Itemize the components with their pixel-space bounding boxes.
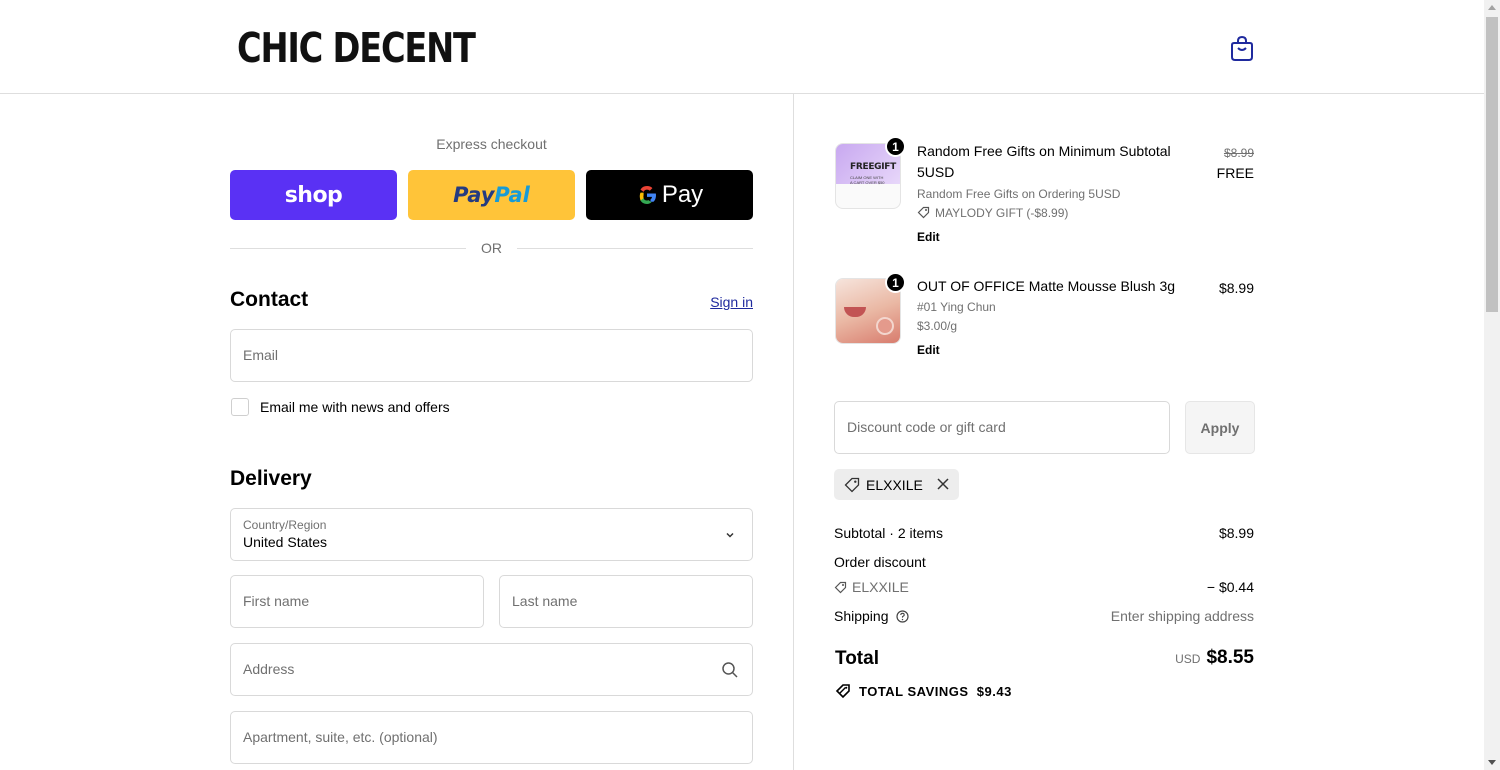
scroll-up-button[interactable] — [1484, 0, 1500, 16]
order-discount-value: − $0.44 — [1206, 579, 1254, 595]
country-value: United States — [243, 534, 328, 550]
discount-placeholder: Discount code or gift card — [847, 419, 1006, 435]
total-value: USD $8.55 — [1175, 647, 1254, 669]
help-icon[interactable] — [896, 610, 909, 623]
item-variant: #01 Ying Chun — [917, 300, 996, 314]
order-discount-code-text: ELXXILE — [852, 579, 909, 595]
quantity-badge: 1 — [885, 272, 906, 293]
chevron-down-icon — [726, 532, 734, 538]
google-pay-label: Pay — [661, 181, 704, 208]
last-name-field[interactable]: Last name — [499, 575, 753, 628]
total-savings: TOTAL SAVINGS $9.43 — [835, 683, 1012, 699]
newsletter-checkbox[interactable] — [231, 398, 249, 416]
newsletter-label[interactable]: Email me with news and offers — [260, 399, 450, 415]
order-discount-label: Order discount — [834, 554, 926, 570]
or-line-right — [517, 248, 753, 249]
scroll-up-arrow-icon — [1488, 5, 1496, 10]
edit-item-link[interactable]: Edit — [917, 343, 940, 357]
order-discount-code: ELXXILE — [834, 579, 909, 595]
gift-thumb-subtext: CLAIM ONE WITH A CART OVER $50 — [850, 175, 885, 185]
country-label: Country/Region — [243, 518, 327, 532]
store-logo[interactable]: CHIC DECENT — [237, 24, 476, 72]
item-discount-text: MAYLODY GIFT (-$8.99) — [935, 206, 1069, 220]
discount-code-input[interactable]: Discount code or gift card — [834, 401, 1170, 454]
country-select[interactable]: Country/Region United States — [230, 508, 753, 561]
shipping-value: Enter shipping address — [1110, 608, 1254, 624]
remove-discount-icon[interactable] — [936, 477, 950, 491]
scroll-thumb[interactable] — [1486, 17, 1498, 312]
savings-tag-icon — [835, 684, 850, 699]
shop-pay-label: shop — [284, 182, 343, 208]
item-title: OUT OF OFFICE Matte Mousse Blush 3g — [917, 278, 1176, 294]
tag-icon — [834, 581, 847, 594]
total-label: Total — [835, 648, 879, 669]
item-unit-price: $3.00/g — [917, 319, 958, 333]
shopping-bag-icon[interactable] — [1229, 34, 1255, 62]
item-price: $8.99 — [1218, 280, 1254, 296]
paypal-label-pay: Pay — [453, 183, 495, 207]
item-subtitle: Random Free Gifts on Ordering 5USD — [917, 187, 1121, 201]
sign-in-link[interactable]: Sign in — [700, 294, 753, 310]
email-placeholder: Email — [243, 347, 279, 363]
google-pay-button[interactable]: Pay — [586, 170, 753, 220]
scroll-down-button[interactable] — [1484, 754, 1500, 770]
delivery-title: Delivery — [230, 467, 312, 490]
email-field[interactable]: Email — [230, 329, 753, 382]
last-name-placeholder: Last name — [512, 593, 578, 609]
google-g-icon — [639, 186, 656, 204]
shop-pay-button[interactable]: shop — [230, 170, 397, 220]
apartment-placeholder: Apartment, suite, etc. (optional) — [243, 729, 438, 745]
total-amount: $8.55 — [1206, 647, 1254, 668]
item-title: Random Free Gifts on Minimum Subtotal 5U… — [917, 143, 1171, 180]
or-divider: OR — [230, 240, 753, 258]
applied-discount-chip: ELXXILE — [834, 469, 959, 500]
item-price: FREE — [1216, 165, 1254, 181]
address-field[interactable]: Address — [230, 643, 753, 696]
quantity-badge: 1 — [885, 136, 906, 157]
subtotal-label: Subtotal · 2 items — [834, 525, 943, 541]
page-scrollbar[interactable] — [1484, 0, 1500, 770]
shipping-label-text: Shipping — [834, 608, 889, 624]
search-icon — [722, 662, 738, 678]
subtotal-value: $8.99 — [1218, 525, 1254, 541]
gift-thumb-text: FREEGIFT — [850, 162, 896, 172]
item-discount: MAYLODY GIFT (-$8.99) — [917, 206, 1068, 220]
header: CHIC DECENT — [0, 0, 1484, 94]
savings-value: $9.43 — [976, 684, 1012, 699]
currency-code: USD — [1175, 652, 1201, 666]
blush-thumb-compact — [876, 317, 894, 335]
original-price: $8.99 — [1223, 146, 1254, 160]
tag-icon — [917, 206, 930, 219]
contact-title: Contact — [230, 288, 309, 311]
checkout-page: CHIC DECENT Express checkout shop Pay Pal… — [0, 0, 1500, 770]
address-placeholder: Address — [243, 661, 295, 677]
edit-item-link[interactable]: Edit — [917, 230, 940, 244]
shipping-label: Shipping — [834, 608, 909, 624]
column-divider — [793, 94, 794, 770]
paypal-label-pal: Pal — [494, 183, 530, 207]
express-checkout-title: Express checkout — [436, 136, 547, 152]
scroll-down-arrow-icon — [1488, 760, 1496, 765]
apply-discount-button[interactable]: Apply — [1185, 401, 1255, 454]
savings-label: TOTAL SAVINGS — [859, 684, 969, 699]
tag-icon — [844, 477, 860, 492]
first-name-placeholder: First name — [243, 593, 310, 609]
applied-code: ELXXILE — [866, 476, 923, 493]
apartment-field[interactable]: Apartment, suite, etc. (optional) — [230, 711, 753, 764]
paypal-button[interactable]: Pay Pal — [408, 170, 575, 220]
first-name-field[interactable]: First name — [230, 575, 484, 628]
